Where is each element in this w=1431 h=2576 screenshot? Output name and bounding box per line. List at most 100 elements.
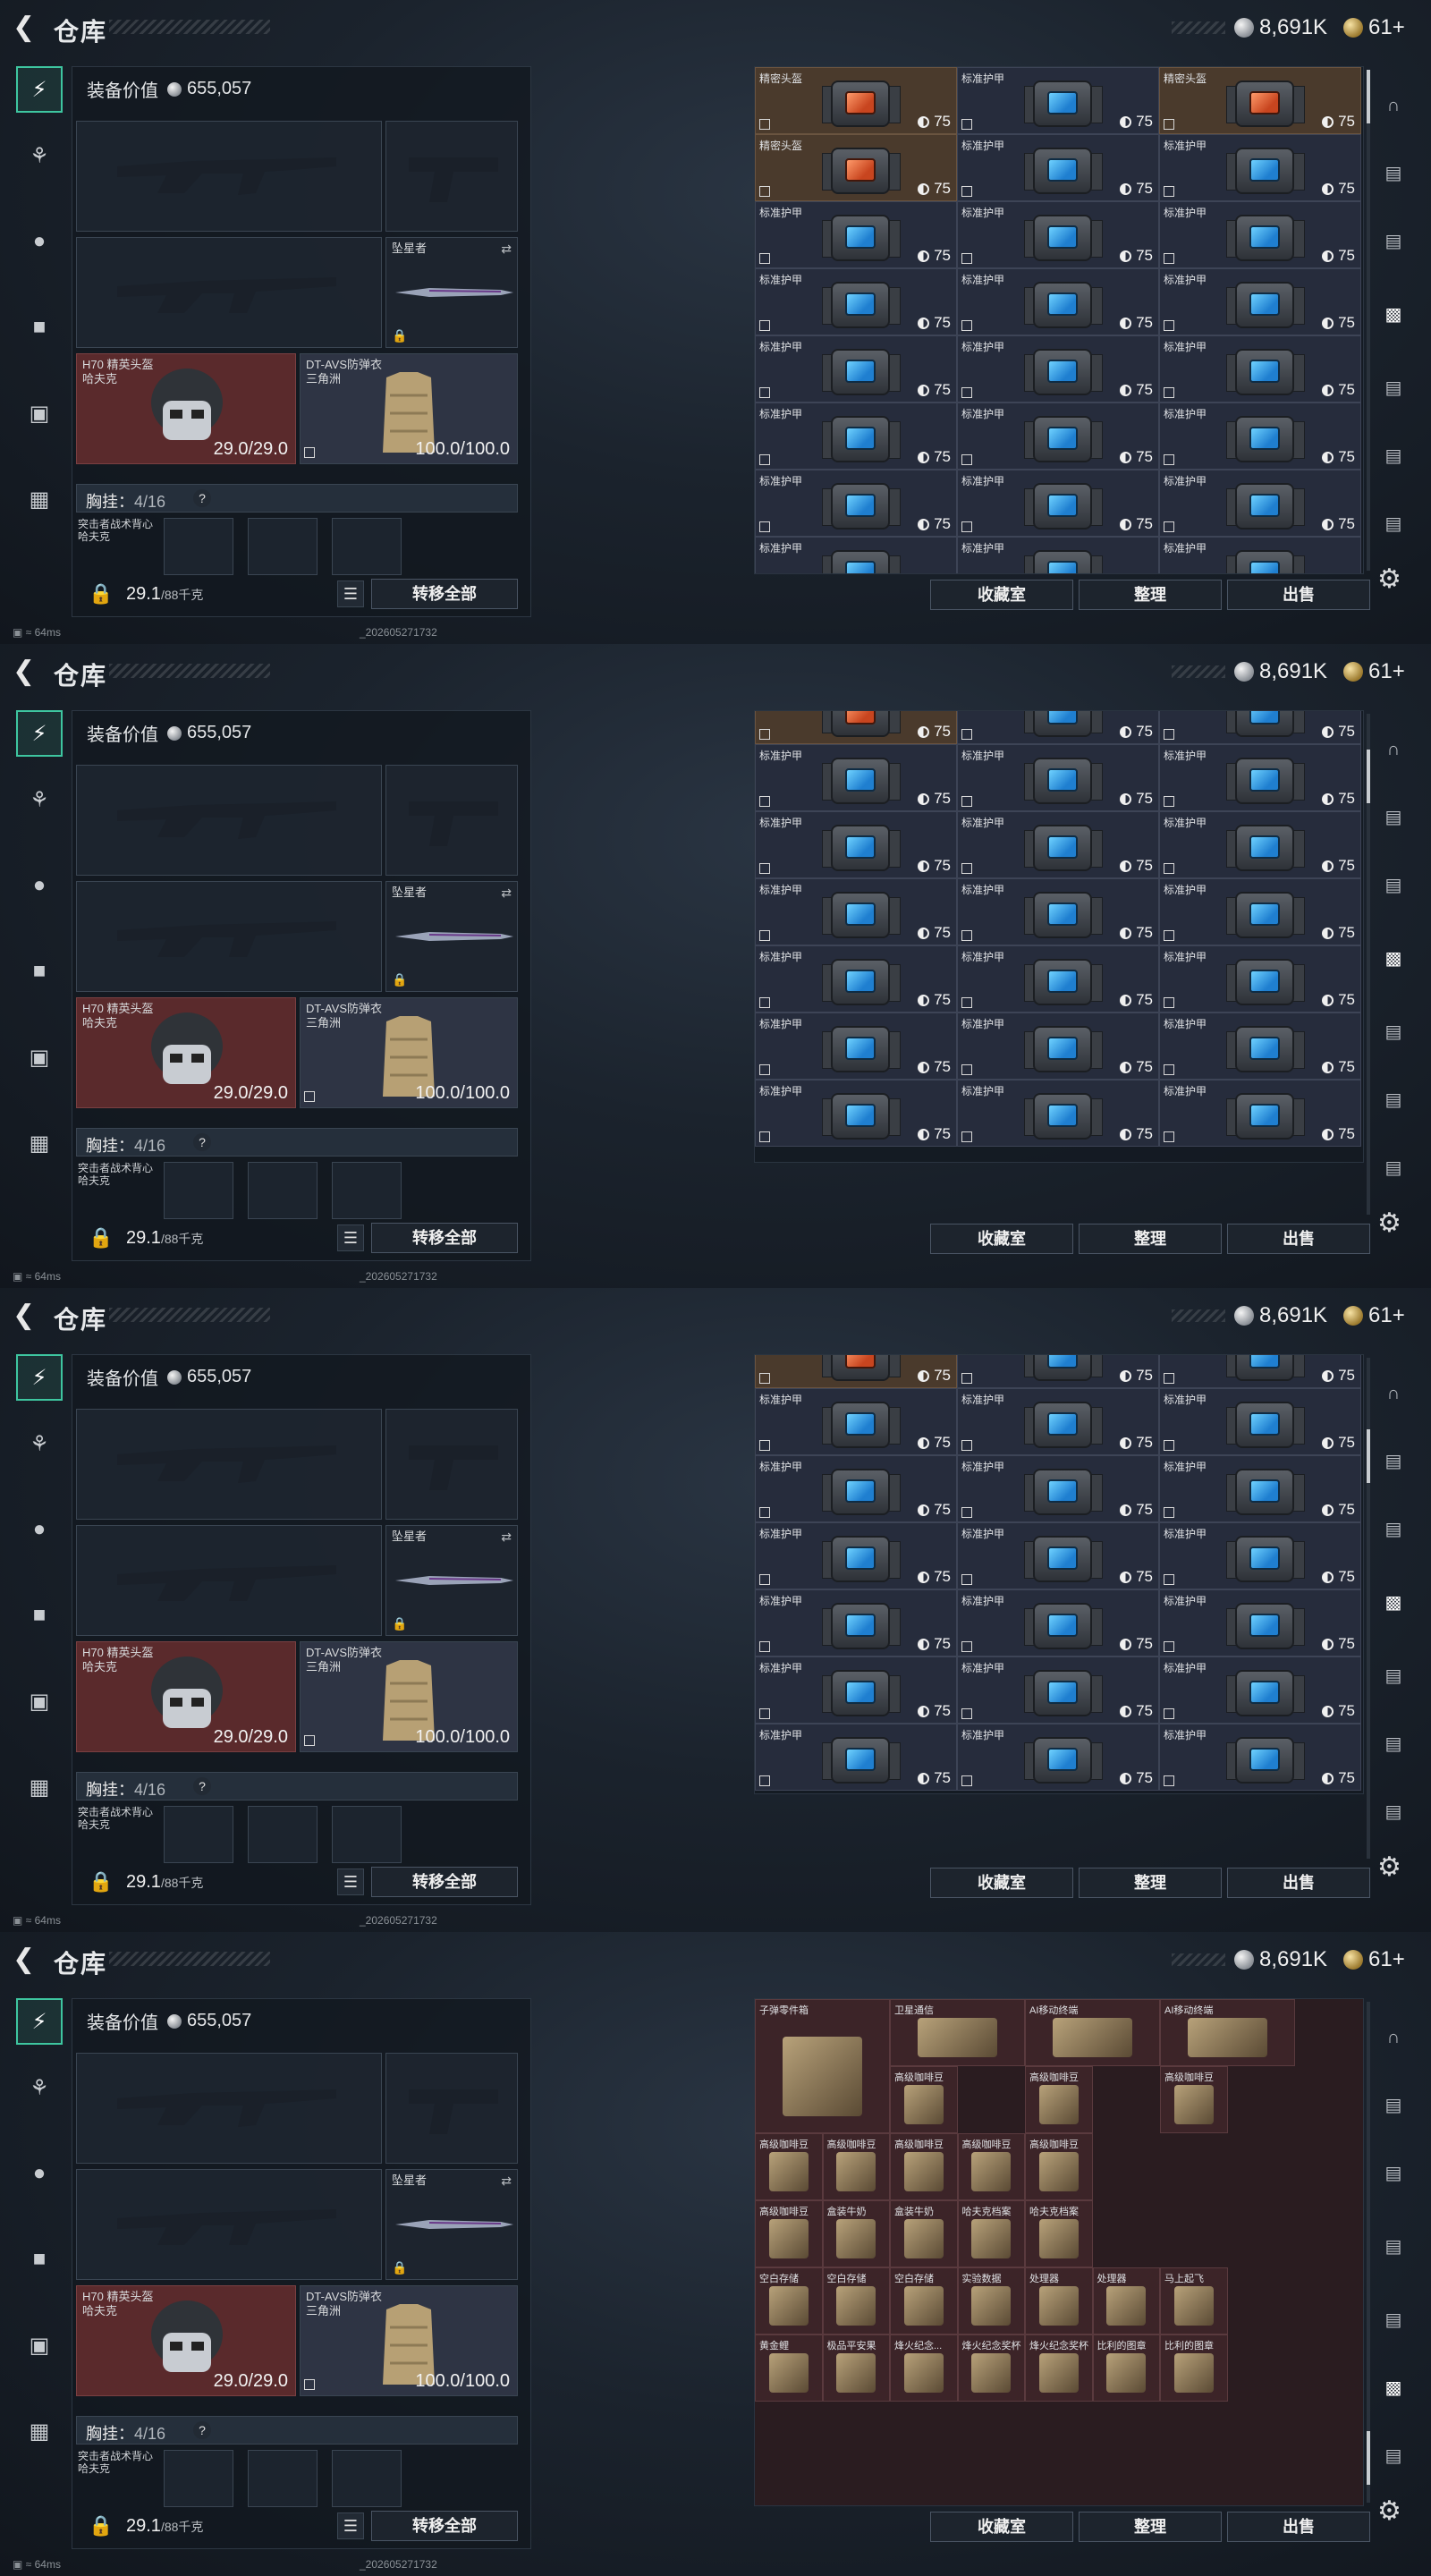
storage-item[interactable]: 高级咖啡豆: [1025, 2133, 1093, 2200]
primary-weapon-slot[interactable]: [76, 765, 382, 876]
storage-item-armor[interactable]: 标准护甲75: [1159, 201, 1361, 268]
storage-item-armor[interactable]: 标准护甲75: [1159, 878, 1361, 945]
tab-storage-5-icon[interactable]: ▩: [1374, 2368, 1413, 2408]
tab-storage-5-icon[interactable]: ▤: [1374, 1080, 1413, 1120]
storage-item-helmet[interactable]: 精密头盔 75: [755, 67, 957, 134]
storage-item-armor[interactable]: 标准护甲75: [1159, 811, 1361, 878]
storage-item-armor[interactable]: 标准护甲75: [1159, 1013, 1361, 1080]
melee-slot[interactable]: 坠星者 ⇄ 🔒: [385, 237, 518, 348]
help-icon[interactable]: ?: [193, 1777, 211, 1795]
tab-storage-6-icon[interactable]: ▤: [1374, 504, 1413, 544]
storage-item-armor[interactable]: 标准护甲75: [755, 1589, 957, 1657]
nav-weapon-icon[interactable]: ⚡: [16, 1354, 63, 1401]
body-armor-slot[interactable]: DT-AVS防弹衣 三角洲 100.0/100.0: [300, 2285, 518, 2396]
storage-item-armor[interactable]: 标准护甲75: [957, 1013, 1159, 1080]
storage-item-armor[interactable]: 标准护甲75: [755, 201, 957, 268]
back-arrow-icon[interactable]: ❮: [13, 1946, 39, 1973]
sell-button[interactable]: 出售: [1227, 580, 1370, 610]
nav-backpack-icon[interactable]: ■: [16, 948, 63, 995]
tab-all-icon[interactable]: ∩: [1374, 1374, 1413, 1413]
storage-item[interactable]: 空白存储: [890, 2267, 958, 2334]
storage-item-armor[interactable]: 标准护甲75: [957, 268, 1159, 335]
helmet-slot[interactable]: H70 精英头盔 哈夫克 29.0/29.0: [76, 353, 296, 464]
storage-item[interactable]: 极品平安果: [822, 2334, 890, 2402]
nav-weapon-icon[interactable]: ⚡: [16, 1998, 63, 2045]
currency-secondary[interactable]: 61+: [1343, 1946, 1405, 1973]
sell-button[interactable]: 出售: [1227, 1224, 1370, 1254]
currency-secondary[interactable]: 61+: [1343, 1302, 1405, 1329]
storage-item-armor[interactable]: 标准护甲75: [957, 537, 1159, 573]
collection-room-button[interactable]: 收藏室: [930, 1224, 1073, 1254]
chest-slot[interactable]: [248, 518, 318, 575]
storage-item-armor[interactable]: 标准护甲75: [957, 67, 1159, 134]
storage-item[interactable]: 烽火纪念奖杯: [957, 2334, 1025, 2402]
storage-item-armor[interactable]: 标准护甲75: [755, 1455, 957, 1522]
storage-item-armor[interactable]: 标准护甲75: [1159, 1388, 1361, 1455]
storage-item-helmet[interactable]: 精密头盔 75: [755, 134, 957, 201]
storage-scrollbar[interactable]: [1367, 2002, 1370, 2503]
tab-storage-2-icon[interactable]: ▤: [1374, 222, 1413, 261]
storage-item[interactable]: 哈夫克档案: [1025, 2200, 1093, 2267]
pistol-slot[interactable]: [385, 121, 518, 232]
tab-storage-6-icon[interactable]: ▤: [1374, 2436, 1413, 2476]
storage-item-armor[interactable]: 标准护甲75: [755, 1388, 957, 1455]
currency-secondary[interactable]: 61+: [1343, 658, 1405, 685]
nav-case-icon[interactable]: ▦: [16, 1120, 63, 1166]
nav-case-icon[interactable]: ▦: [16, 1764, 63, 1810]
tab-storage-4-icon[interactable]: ▤: [1374, 1013, 1413, 1052]
lock-icon[interactable]: 🔒: [89, 582, 113, 606]
secondary-weapon-slot[interactable]: [76, 2169, 382, 2280]
tab-storage-3-icon[interactable]: ▩: [1374, 939, 1413, 979]
transfer-all-button[interactable]: 转移全部: [371, 1867, 518, 1897]
secondary-weapon-slot[interactable]: [76, 237, 382, 348]
storage-item[interactable]: 高级咖啡豆: [890, 2066, 958, 2133]
transfer-all-button[interactable]: 转移全部: [371, 1223, 518, 1253]
collection-room-button[interactable]: 收藏室: [930, 580, 1073, 610]
storage-item-armor[interactable]: 75: [957, 711, 1159, 744]
secondary-weapon-slot[interactable]: [76, 1525, 382, 1636]
back-arrow-icon[interactable]: ❮: [13, 658, 39, 685]
nav-helmet-icon[interactable]: ●: [16, 862, 63, 909]
storage-item-armor[interactable]: 标准护甲75: [957, 878, 1159, 945]
storage-item-armor[interactable]: 标准护甲75: [755, 402, 957, 470]
nav-case-icon[interactable]: ▦: [16, 476, 63, 522]
storage-item[interactable]: 高级咖啡豆: [755, 2133, 823, 2200]
storage-item-armor[interactable]: 75: [1159, 1355, 1361, 1388]
nav-helmet-icon[interactable]: ●: [16, 218, 63, 265]
storage-scrollbar[interactable]: [1367, 714, 1370, 1215]
tab-storage-1-icon[interactable]: ▤: [1374, 1442, 1413, 1481]
nav-weapon-icon[interactable]: ⚡: [16, 710, 63, 757]
storage-item-armor[interactable]: 标准护甲75: [957, 1657, 1159, 1724]
transfer-all-button[interactable]: 转移全部: [371, 579, 518, 609]
chest-slot[interactable]: [332, 518, 402, 575]
tab-storage-1-icon[interactable]: ▤: [1374, 2086, 1413, 2125]
storage-item[interactable]: 处理器: [1092, 2267, 1160, 2334]
collection-room-button[interactable]: 收藏室: [930, 2512, 1073, 2542]
nav-case-icon[interactable]: ▦: [16, 2408, 63, 2454]
storage-item-helmet[interactable]: 精密头盔 75: [1159, 67, 1361, 134]
tab-storage-3-icon[interactable]: ▤: [1374, 2227, 1413, 2267]
tab-storage-5-icon[interactable]: ▤: [1374, 436, 1413, 476]
nav-vest-icon[interactable]: ▣: [16, 1678, 63, 1724]
storage-item-armor[interactable]: 标准护甲75: [755, 335, 957, 402]
storage-item-armor[interactable]: 标准护甲75: [1159, 1657, 1361, 1724]
storage-item-armor[interactable]: 标准护甲75: [755, 1522, 957, 1589]
storage-item-armor[interactable]: 标准护甲75: [755, 470, 957, 537]
storage-item-armor[interactable]: 标准护甲75: [755, 744, 957, 811]
storage-item[interactable]: 处理器: [1025, 2267, 1093, 2334]
storage-item-armor[interactable]: 标准护甲75: [1159, 1589, 1361, 1657]
organize-button[interactable]: 整理: [1079, 1224, 1222, 1254]
storage-item[interactable]: 子弹零件箱: [755, 1999, 890, 2133]
help-icon[interactable]: ?: [193, 2421, 211, 2439]
storage-item[interactable]: 高级咖啡豆: [755, 2200, 823, 2267]
storage-item[interactable]: 卫星通信: [890, 1999, 1025, 2066]
storage-item-armor[interactable]: 标准护甲75: [755, 1080, 957, 1147]
gear-icon[interactable]: ⚙: [1377, 2496, 1401, 2527]
storage-item-armor[interactable]: 标准护甲75: [957, 1388, 1159, 1455]
sell-button[interactable]: 出售: [1227, 1868, 1370, 1898]
storage-item-armor[interactable]: 标准护甲75: [755, 268, 957, 335]
swap-icon[interactable]: ⇄: [501, 242, 512, 257]
nav-helmet-icon[interactable]: ●: [16, 2150, 63, 2197]
swap-icon[interactable]: ⇄: [501, 1530, 512, 1545]
body-armor-slot[interactable]: DT-AVS防弹衣 三角洲 100.0/100.0: [300, 997, 518, 1108]
